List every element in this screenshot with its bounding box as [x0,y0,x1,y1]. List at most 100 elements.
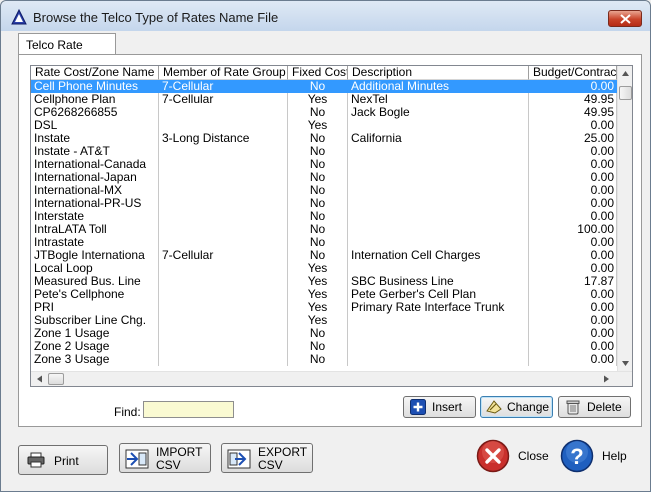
table-row[interactable]: CP6268266855 No Jack Bogle 49.95 [31,106,617,119]
scroll-down-arrow-icon[interactable] [618,357,633,369]
cell-fixed-cost: No [288,80,348,93]
table-row[interactable]: International-PR-US No 0.00 [31,197,617,210]
rates-grid[interactable]: Rate Cost/Zone Name Member of Rate Group… [30,65,633,387]
svg-text:?: ? [570,444,583,469]
table-row[interactable]: Measured Bus. Line Yes SBC Business Line 17… [31,275,617,288]
cell-fixed-cost: No [288,171,348,184]
cell-fixed-cost: No [288,184,348,197]
table-row[interactable]: Intrastate No 0.00 [31,236,617,249]
change-edit-icon [486,400,502,414]
cell-description [348,210,529,223]
export-csv-label: EXPORT CSV [258,446,307,472]
trash-icon [566,400,580,415]
table-row[interactable]: Zone 3 Usage No 0.00 [31,353,617,366]
table-row[interactable]: International-MX No 0.00 [31,184,617,197]
cell-fixed-cost: No [288,210,348,223]
cell-rate-name: Cellphone Plan [31,93,159,106]
scroll-left-arrow-icon[interactable] [33,372,47,386]
scroll-up-arrow-icon[interactable] [618,68,633,80]
help-button-label[interactable]: Help [602,449,627,463]
import-label-line2: CSV [156,458,181,472]
column-header-description[interactable]: Description [348,66,529,80]
cell-description: California [348,132,529,145]
table-row[interactable]: Cellphone Plan 7-Cellular Yes NexTel 49.95 [31,93,617,106]
table-row[interactable]: Subscriber Line Chg. Yes 0.00 [31,314,617,327]
table-row[interactable]: Instate - AT&T No 0.00 [31,145,617,158]
cell-fixed-cost: No [288,158,348,171]
tab-telco-rate-name[interactable]: Telco Rate Name [18,33,116,66]
cell-rate-group [159,171,288,184]
insert-button[interactable]: Insert [403,396,476,418]
cell-description [348,262,529,275]
cell-fixed-cost: No [288,132,348,145]
cell-rate-group [159,314,288,327]
table-row[interactable]: Instate 3-Long Distance No California 25.00 [31,132,617,145]
table-row[interactable]: Zone 2 Usage No 0.00 [31,340,617,353]
cell-description [348,353,529,366]
cell-rate-name: Zone 1 Usage [31,327,159,340]
horizontal-scroll-thumb[interactable] [48,373,64,385]
cell-budget: 25.00 [529,132,617,145]
table-row[interactable]: International-Canada No 0.00 [31,158,617,171]
cell-rate-name: Zone 2 Usage [31,340,159,353]
table-row[interactable]: PRI Yes Primary Rate Interface Trunk 0.00 [31,301,617,314]
cell-rate-group [159,184,288,197]
table-row[interactable]: Cell Phone Minutes 7-Cellular No Additional… [31,80,617,93]
help-question-icon[interactable]: ? [560,439,594,473]
column-header-rate-group[interactable]: Member of Rate Group [159,66,288,80]
table-row[interactable]: International-Japan No 0.00 [31,171,617,184]
tab-panel: Rate Cost/Zone Name Member of Rate Group… [18,54,642,427]
scroll-right-arrow-icon[interactable] [599,372,613,386]
column-header-budget[interactable]: Budget/Contract [529,66,617,80]
table-row[interactable]: Interstate No 0.00 [31,210,617,223]
cell-fixed-cost: Yes [288,288,348,301]
delete-button-label: Delete [587,400,622,414]
cell-rate-name: JTBogle Internationa [31,249,159,262]
cell-rate-name: Interstate [31,210,159,223]
cell-description: Internation Cell Charges [348,249,529,262]
cell-budget: 49.95 [529,93,617,106]
column-header-rate-name[interactable]: Rate Cost/Zone Name [31,66,159,80]
vertical-scrollbar[interactable] [617,66,632,371]
table-row[interactable]: Pete's Cellphone Yes Pete Gerber's Cell Pl… [31,288,617,301]
cell-rate-name: Cell Phone Minutes [31,80,159,93]
table-row[interactable]: DSL Yes 0.00 [31,119,617,132]
cell-budget: 0.00 [529,158,617,171]
cell-budget: 0.00 [529,171,617,184]
print-button[interactable]: Print [18,445,108,475]
vertical-scroll-thumb[interactable] [619,86,632,100]
cell-rate-group [159,197,288,210]
cell-fixed-cost: No [288,236,348,249]
cell-budget: 0.00 [529,236,617,249]
cell-rate-name: Subscriber Line Chg. [31,314,159,327]
cell-rate-name: International-PR-US [31,197,159,210]
find-input[interactable] [143,401,234,418]
cell-budget: 0.00 [529,353,617,366]
table-row[interactable]: JTBogle Internationa 7-Cellular No Internat… [31,249,617,262]
cell-rate-group [159,210,288,223]
cell-fixed-cost: Yes [288,93,348,106]
table-row[interactable]: Local Loop Yes 0.00 [31,262,617,275]
change-button[interactable]: Change [480,396,553,418]
horizontal-scrollbar[interactable] [31,371,632,386]
cell-rate-name: IntraLATA Toll [31,223,159,236]
table-row[interactable]: IntraLATA Toll No 100.00 [31,223,617,236]
cell-rate-group [159,275,288,288]
close-button-label[interactable]: Close [518,449,549,463]
close-circle-x-icon[interactable] [476,439,510,473]
column-header-fixed-cost[interactable]: Fixed Cost [288,66,348,80]
cell-fixed-cost: No [288,223,348,236]
cell-budget: 49.95 [529,106,617,119]
cell-budget: 0.00 [529,340,617,353]
cell-budget: 0.00 [529,262,617,275]
import-csv-button[interactable]: IMPORT CSV [119,443,211,473]
cell-description [348,340,529,353]
export-csv-button[interactable]: EXPORT CSV [221,443,313,473]
cell-rate-group [159,327,288,340]
printer-icon [27,452,45,468]
table-row[interactable]: Zone 1 Usage No 0.00 [31,327,617,340]
window-close-button[interactable] [608,10,642,27]
delete-button[interactable]: Delete [558,396,631,418]
cell-rate-name: International-Canada [31,158,159,171]
cell-fixed-cost: Yes [288,119,348,132]
